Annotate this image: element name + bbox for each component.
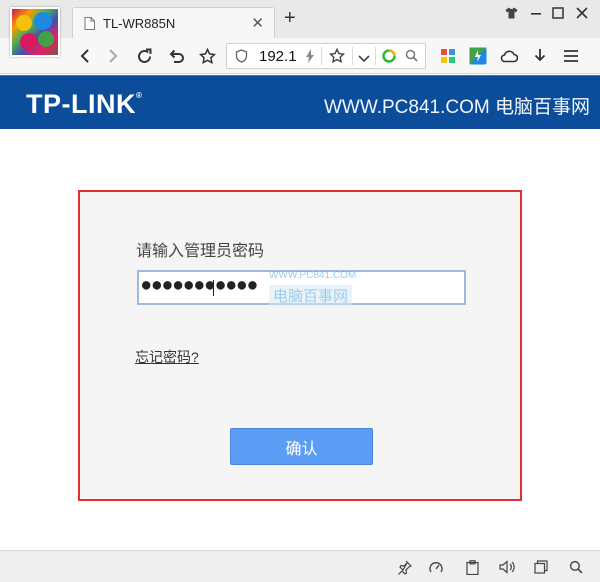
new-tab-button[interactable]: +: [284, 8, 296, 28]
password-masked-value: ●●●●●●●●●●●: [142, 277, 259, 293]
browser-status-bar: [0, 550, 600, 582]
field-watermark-site: WWW.PC841.COM: [269, 270, 357, 281]
address-bar[interactable]: 192.1: [226, 43, 426, 69]
speedup-icon[interactable]: [426, 558, 446, 576]
lightning-icon[interactable]: [305, 49, 315, 68]
zoom-icon[interactable]: [566, 558, 586, 576]
close-window-icon[interactable]: [576, 6, 588, 22]
password-input[interactable]: ●●●●●●●●●●● WWW.PC841.COM 电脑百事网: [137, 270, 466, 306]
login-panel: 请输入管理员密码 ●●●●●●●●●●● WWW.PC841.COM 电脑百事网…: [78, 190, 522, 501]
volume-icon[interactable]: [497, 558, 517, 576]
search-icon[interactable]: [405, 49, 418, 67]
address-text[interactable]: 192.1: [259, 48, 297, 65]
colorful-app-icon[interactable]: [466, 44, 490, 68]
tp-link-logo: TP-LINK®: [26, 89, 143, 119]
minimize-icon[interactable]: [530, 6, 542, 22]
undo-icon[interactable]: [164, 44, 188, 68]
tab-strip: TL-WR885N ✕ +: [0, 0, 600, 38]
reload-icon[interactable]: [132, 44, 156, 68]
tab-close-icon[interactable]: ✕: [251, 14, 264, 32]
cloud-icon[interactable]: [497, 44, 521, 68]
login-page: 请输入管理员密码 ●●●●●●●●●●● WWW.PC841.COM 电脑百事网…: [0, 130, 600, 550]
page-icon: [84, 17, 95, 35]
pin-icon[interactable]: [394, 558, 414, 576]
clipboard-icon[interactable]: [462, 558, 482, 576]
site-watermark: WWW.PC841.COM 电脑百事网: [323, 97, 590, 118]
download-icon[interactable]: [528, 44, 552, 68]
forward-icon[interactable]: [101, 44, 125, 68]
shield-icon: [235, 49, 248, 68]
address-divider: [352, 47, 353, 65]
browser-toolbar: 192.1: [0, 38, 600, 74]
address-divider: [375, 47, 376, 65]
menu-icon[interactable]: [559, 44, 583, 68]
browser-tab[interactable]: TL-WR885N ✕: [72, 7, 275, 38]
text-caret: [213, 280, 214, 296]
shirt-icon[interactable]: [505, 6, 518, 22]
search-engine-icon[interactable]: [381, 48, 397, 69]
address-divider: [321, 47, 322, 65]
dropdown-icon[interactable]: [358, 51, 370, 69]
back-icon[interactable]: [73, 44, 97, 68]
password-prompt: 请输入管理员密码: [136, 243, 265, 260]
star-icon[interactable]: [195, 44, 219, 68]
router-header-banner: TP-LINK® WWW.PC841.COM 电脑百事网: [0, 75, 600, 129]
confirm-button[interactable]: 确认: [230, 428, 373, 465]
field-watermark-name: 电脑百事网: [269, 285, 353, 306]
maximize-icon[interactable]: [552, 6, 564, 22]
apps-grid-icon[interactable]: [436, 44, 460, 68]
confirm-button-label: 确认: [285, 440, 318, 458]
forgot-password-link[interactable]: 忘记密码?: [135, 347, 199, 367]
tab-title: TL-WR885N: [103, 16, 176, 31]
bookmark-star-icon[interactable]: [328, 47, 346, 69]
user-avatar[interactable]: [10, 7, 60, 57]
window-icon[interactable]: [531, 558, 551, 576]
